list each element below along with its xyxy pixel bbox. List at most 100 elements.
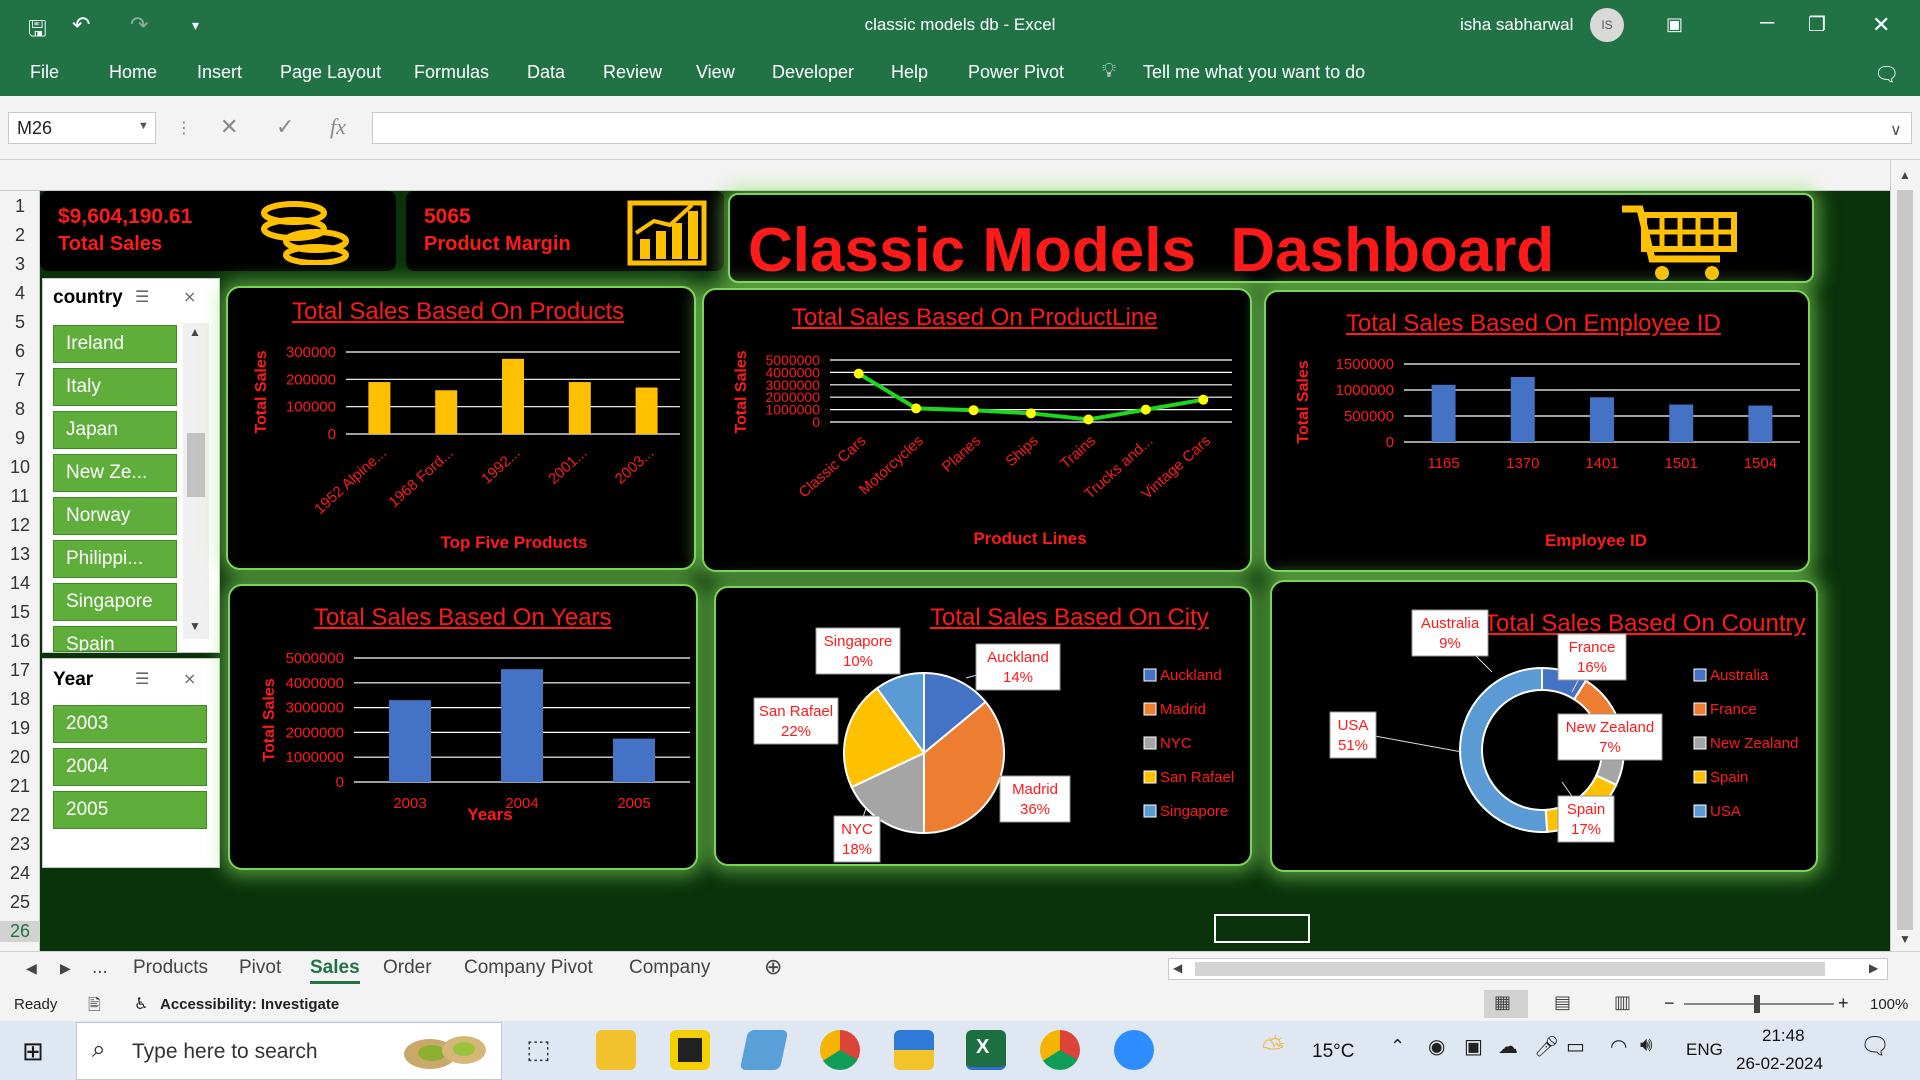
scrollbar-thumb[interactable]: [1897, 190, 1913, 930]
windows-start-icon[interactable]: ⊞: [22, 1036, 44, 1067]
ribbon-display-icon[interactable]: ▣: [1666, 14, 1683, 35]
row-header[interactable]: 25: [0, 892, 40, 913]
vertical-scrollbar[interactable]: ▲ ▼: [1890, 160, 1920, 951]
row-header[interactable]: 18: [0, 689, 40, 710]
row-header[interactable]: 12: [0, 515, 40, 536]
country-slicer-item[interactable]: Ireland: [53, 325, 177, 363]
hscroll-thumb[interactable]: [1195, 962, 1825, 976]
row-header[interactable]: 9: [0, 428, 40, 449]
products-chart-panel[interactable]: Total Sales Based On Products 300000 2000…: [226, 286, 696, 570]
chrome-profile-icon[interactable]: [1040, 1030, 1080, 1070]
restore-icon[interactable]: ❐: [1808, 12, 1826, 37]
menu-data[interactable]: Data: [527, 62, 565, 83]
clear-filter-icon[interactable]: ⨯: [183, 287, 196, 307]
tell-me-search[interactable]: Tell me what you want to do: [1143, 62, 1365, 83]
row-header[interactable]: 6: [0, 341, 40, 362]
city-chart-panel[interactable]: Total Sales Based On City Auckland 14% Mad…: [714, 586, 1252, 866]
task-view-icon[interactable]: ⬚: [526, 1034, 551, 1065]
menu-home[interactable]: Home: [109, 62, 157, 83]
row-header[interactable]: 17: [0, 660, 40, 681]
year-slicer-item[interactable]: 2003: [53, 705, 207, 743]
country-slicer-item[interactable]: New Ze...: [53, 454, 177, 492]
row-header[interactable]: 10: [0, 457, 40, 478]
tab-company[interactable]: Company: [629, 957, 710, 979]
meet-icon[interactable]: ▣: [1464, 1034, 1483, 1059]
menu-help[interactable]: Help: [891, 62, 928, 83]
add-sheet-icon[interactable]: ⊕: [764, 954, 782, 980]
app-icon[interactable]: [894, 1030, 934, 1070]
zoom-out-icon[interactable]: −: [1664, 993, 1675, 1014]
horizontal-scrollbar[interactable]: ◀ ▶: [1168, 958, 1888, 980]
row-header[interactable]: 19: [0, 718, 40, 739]
country-chart-panel[interactable]: Total Sales Based On Country Australia 9%…: [1270, 580, 1818, 872]
microphone-icon[interactable]: 🎤︎: [1534, 1034, 1559, 1059]
page-layout-icon[interactable]: ▤: [1554, 992, 1571, 1013]
employee-chart-panel[interactable]: Total Sales Based On Employee ID 1500000…: [1264, 290, 1810, 572]
scroll-up-icon[interactable]: ▲: [189, 325, 201, 339]
tab-order[interactable]: Order: [383, 957, 432, 979]
expand-formula-icon[interactable]: ∨: [1890, 120, 1902, 140]
cancel-icon[interactable]: ✕: [220, 114, 238, 140]
insert-function-icon[interactable]: fx: [330, 114, 346, 140]
multi-select-icon[interactable]: ☰: [135, 287, 149, 307]
hscroll-left-icon[interactable]: ◀: [1173, 961, 1182, 975]
row-header[interactable]: 23: [0, 834, 40, 855]
tab-scroll-right-icon[interactable]: ▶: [60, 960, 71, 977]
country-slicer-item[interactable]: Japan: [53, 411, 177, 449]
sticky-notes-icon[interactable]: [670, 1030, 710, 1070]
row-header-selected[interactable]: 26: [0, 921, 40, 942]
row-header[interactable]: 22: [0, 805, 40, 826]
enter-icon[interactable]: ✓: [276, 114, 294, 140]
formula-input[interactable]: [372, 112, 1912, 144]
zoom-slider-thumb[interactable]: [1754, 995, 1760, 1013]
page-break-icon[interactable]: ▥: [1614, 992, 1631, 1013]
battery-icon[interactable]: ▭: [1566, 1034, 1585, 1059]
menu-view[interactable]: View: [696, 62, 735, 83]
minimize-icon[interactable]: ─: [1760, 12, 1774, 35]
close-icon[interactable]: ✕: [1872, 12, 1890, 38]
menu-insert[interactable]: Insert: [197, 62, 242, 83]
years-chart-panel[interactable]: Total Sales Based On Years 5000000 400000…: [228, 584, 698, 870]
wifi-icon[interactable]: ◠: [1610, 1034, 1627, 1059]
menu-developer[interactable]: Developer: [772, 62, 854, 83]
zoom-level[interactable]: 100%: [1870, 996, 1908, 1013]
scroll-up-icon[interactable]: ▲: [1899, 168, 1911, 182]
language-indicator[interactable]: ENG: [1686, 1040, 1723, 1060]
file-explorer-icon[interactable]: [596, 1030, 636, 1070]
name-box-dropdown-icon[interactable]: ▼: [138, 120, 149, 132]
row-header[interactable]: 13: [0, 544, 40, 565]
selected-cell[interactable]: [1214, 914, 1310, 943]
macro-record-icon[interactable]: 🖹︎: [88, 994, 101, 1021]
year-slicer-item[interactable]: 2004: [53, 748, 207, 786]
row-header[interactable]: 1: [0, 196, 40, 217]
row-header[interactable]: 15: [0, 602, 40, 623]
clock-time[interactable]: 21:48: [1762, 1026, 1805, 1046]
weather-temp[interactable]: 15°C: [1312, 1041, 1354, 1063]
tab-sales[interactable]: Sales: [310, 957, 360, 984]
row-header[interactable]: 14: [0, 573, 40, 594]
row-header[interactable]: 20: [0, 747, 40, 768]
tab-products[interactable]: Products: [133, 957, 208, 979]
hidden-icons-chevron-icon[interactable]: ⌃: [1390, 1036, 1405, 1057]
menu-page-layout[interactable]: Page Layout: [280, 62, 381, 83]
chrome-icon[interactable]: [820, 1030, 860, 1070]
tab-company-pivot[interactable]: Company Pivot: [464, 957, 593, 979]
menu-formulas[interactable]: Formulas: [414, 62, 489, 83]
zoom-app-icon[interactable]: [1114, 1030, 1154, 1070]
zoom-in-icon[interactable]: +: [1838, 993, 1849, 1014]
country-slicer-item[interactable]: Singapore: [53, 583, 177, 621]
menu-power-pivot[interactable]: Power Pivot: [968, 62, 1064, 83]
tab-scroll-left-icon[interactable]: ◀: [26, 960, 37, 977]
hscroll-right-icon[interactable]: ▶: [1869, 961, 1878, 975]
accessibility-status[interactable]: Accessibility: Investigate: [160, 996, 339, 1013]
tab-pivot[interactable]: Pivot: [239, 957, 281, 979]
name-box[interactable]: M26: [8, 112, 156, 144]
scroll-down-icon[interactable]: ▼: [189, 619, 201, 633]
row-header[interactable]: 2: [0, 225, 40, 246]
row-header[interactable]: 8: [0, 399, 40, 420]
volume-icon[interactable]: 🔊︎: [1640, 1034, 1653, 1057]
row-header[interactable]: 11: [0, 486, 40, 507]
menu-review[interactable]: Review: [603, 62, 662, 83]
record-icon[interactable]: ◉: [1428, 1034, 1445, 1059]
slicer-scrollbar[interactable]: ▲ ▼: [183, 323, 209, 639]
